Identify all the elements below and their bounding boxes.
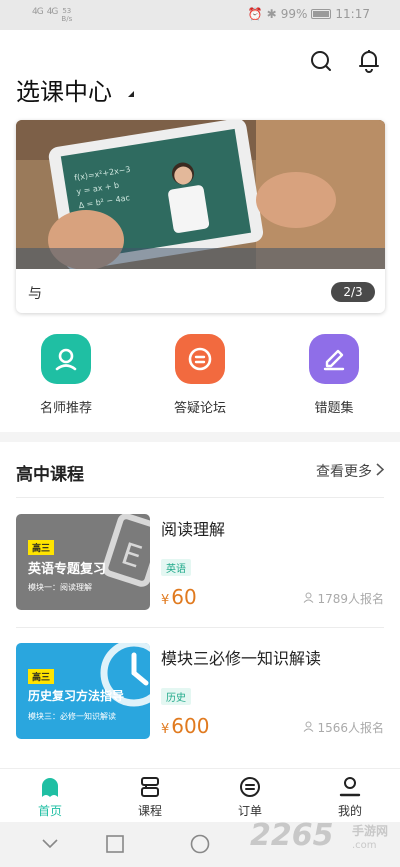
status-right: ⏰ ✱ 99% 11:17 <box>248 7 370 21</box>
nav-recents-icon[interactable] <box>103 832 127 856</box>
banner-carousel[interactable]: f(x)=x²+2x−3 y = ax + b Δ = b² − 4ac 与 2… <box>16 120 385 313</box>
net-speed-value: 53 <box>62 7 72 15</box>
search-icon[interactable] <box>308 48 334 74</box>
thumb-grade-badge: 高三 <box>28 540 55 555</box>
tab-label-courses: 课程 <box>137 804 162 818</box>
banner-caption: 与 <box>28 286 42 302</box>
thumb-subtitle: 模块一：阅读理解 <box>28 583 92 592</box>
course-price: ¥60 <box>161 585 197 609</box>
order-icon <box>238 775 262 799</box>
net-speed: 53 B/s <box>61 7 72 23</box>
thumb-title: 历史复习方法指导 <box>28 689 125 703</box>
battery-icon <box>311 9 332 19</box>
subject-tag: 英语 <box>161 559 191 576</box>
quick-item-mistakes[interactable]: 错题集 <box>274 334 394 416</box>
enroll-count-label: 1566人报名 <box>317 721 384 735</box>
section-divider <box>0 432 400 442</box>
quick-label-teacher: 名师推荐 <box>39 401 92 416</box>
signal-1-label: 4G <box>32 7 44 17</box>
subject-tag: 历史 <box>161 688 191 705</box>
battery-percent: 99% <box>280 7 308 21</box>
bottom-tab-bar: 首页 课程 订单 我的 <box>0 768 400 822</box>
tab-label-home: 首页 <box>37 804 62 818</box>
course-title: 模块三必修一知识解读 <box>161 649 322 668</box>
person-icon <box>303 592 314 606</box>
status-left: 4G 4G 53 B/s <box>32 7 72 23</box>
course-card[interactable]: E 高三 英语专题复习 模块一：阅读理解 阅读理解 英语 ¥60 1789人报名 <box>16 514 384 614</box>
enroll-count: 1789人报名 <box>303 590 384 607</box>
alarm-icon: ⏰ <box>247 7 263 21</box>
course-thumbnail: 高三 历史复习方法指导 模块三：必修一知识解读 <box>16 643 150 739</box>
price-value: 600 <box>171 714 210 738</box>
person-icon <box>303 721 314 735</box>
nav-home-icon[interactable] <box>188 832 212 856</box>
quick-label-mistakes: 错题集 <box>314 401 354 416</box>
tab-profile[interactable]: 我的 <box>300 775 400 819</box>
course-thumbnail: E 高三 英语专题复习 模块一：阅读理解 <box>16 514 150 610</box>
watermark-url: .com <box>352 840 377 851</box>
price-symbol: ¥ <box>161 722 170 737</box>
svg-text:E: E <box>117 536 146 575</box>
teacher-icon <box>41 334 91 384</box>
system-nav-bar <box>0 822 400 867</box>
watermark-logo: 2265 <box>250 818 334 853</box>
course-divider <box>16 627 384 628</box>
clock-time: 11:17 <box>335 7 370 21</box>
tab-orders[interactable]: 订单 <box>200 775 300 819</box>
profile-icon <box>338 775 362 799</box>
thumb-subtitle: 模块三：必修一知识解读 <box>28 712 116 721</box>
tab-home[interactable]: 首页 <box>0 775 100 819</box>
header-actions <box>308 48 382 74</box>
tab-label-profile: 我的 <box>337 804 362 818</box>
home-icon <box>38 775 62 799</box>
pencil-icon <box>309 334 359 384</box>
quick-item-teacher[interactable]: 名师推荐 <box>6 334 126 416</box>
banner-image: f(x)=x²+2x−3 y = ax + b Δ = b² − 4ac <box>16 120 385 269</box>
course-icon <box>138 775 162 799</box>
enroll-count-label: 1789人报名 <box>317 592 384 606</box>
bluetooth-icon: ✱ <box>266 7 277 21</box>
nav-back-icon[interactable] <box>38 832 62 856</box>
course-card[interactable]: 高三 历史复习方法指导 模块三：必修一知识解读 模块三必修一知识解读 历史 ¥6… <box>16 643 384 743</box>
net-speed-unit: B/s <box>61 15 73 23</box>
page-title[interactable]: 选课中心 <box>16 72 112 107</box>
enroll-count: 1566人报名 <box>303 719 384 736</box>
section-title: 高中课程 <box>16 465 84 485</box>
quick-actions: 名师推荐 答疑论坛 错题集 <box>0 334 400 424</box>
quick-item-forum[interactable]: 答疑论坛 <box>140 334 260 416</box>
view-more-label: 查看更多 <box>316 464 372 480</box>
banner-page-counter: 2/3 <box>331 282 375 302</box>
status-bar: 4G 4G 53 B/s ⏰ ✱ 99% 11:17 <box>0 0 400 30</box>
price-symbol: ¥ <box>161 593 170 608</box>
signal-2-label: 4G <box>46 7 59 17</box>
watermark-subtitle: 手游网 <box>352 824 389 838</box>
view-more-link[interactable]: 查看更多 <box>316 461 385 481</box>
thumb-grade-badge: 高三 <box>28 669 55 684</box>
thumb-title: 英语专题复习 <box>28 562 107 577</box>
chevron-right-icon <box>376 462 385 480</box>
dropdown-caret-icon[interactable] <box>128 91 134 97</box>
course-price: ¥600 <box>161 714 209 738</box>
tab-courses[interactable]: 课程 <box>100 775 200 819</box>
quick-label-forum: 答疑论坛 <box>173 401 226 416</box>
section-header-divider <box>16 497 384 498</box>
chat-icon <box>175 334 225 384</box>
price-value: 60 <box>171 585 197 609</box>
tab-label-orders: 订单 <box>237 804 262 818</box>
course-title: 阅读理解 <box>161 520 226 539</box>
bell-icon[interactable] <box>356 48 382 74</box>
